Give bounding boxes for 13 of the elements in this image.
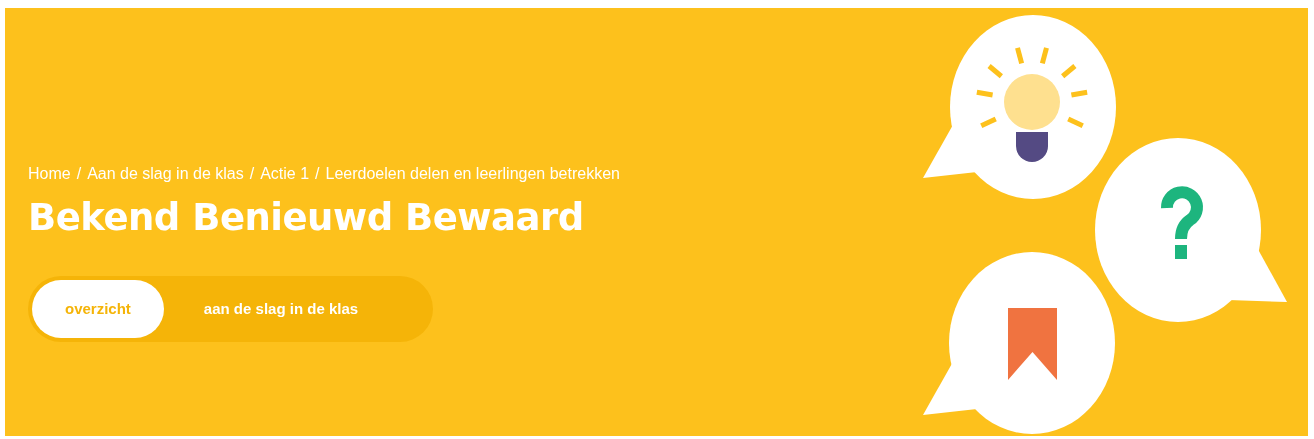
breadcrumb-link[interactable]: Actie 1 bbox=[260, 164, 310, 184]
breadcrumb-separator: / bbox=[249, 164, 255, 184]
breadcrumb-link[interactable]: Aan de slag in de klas bbox=[87, 164, 244, 184]
breadcrumb-link[interactable]: Leerdoelen delen en leerlingen betrekken bbox=[325, 164, 620, 184]
tab[interactable]: aan de slag in de klas bbox=[163, 280, 399, 338]
lightbulb-bubble-icon bbox=[923, 15, 1116, 199]
breadcrumb-separator: / bbox=[315, 164, 320, 184]
bookmark-bubble-icon bbox=[923, 252, 1115, 434]
tab[interactable]: overzicht bbox=[32, 280, 164, 338]
breadcrumb-separator: / bbox=[76, 164, 82, 184]
breadcrumb-link[interactable]: Home bbox=[28, 164, 71, 184]
page-title: Bekend Benieuwd Bewaard bbox=[28, 196, 585, 240]
question-bubble-icon bbox=[1095, 138, 1287, 322]
